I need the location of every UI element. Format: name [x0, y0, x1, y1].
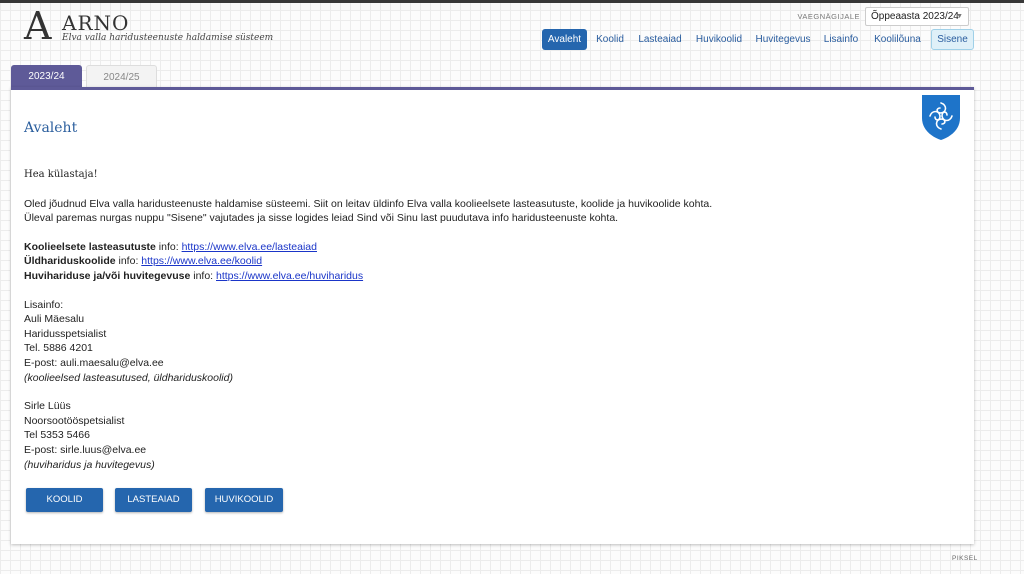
lisainfo-label: Lisainfo: [24, 298, 64, 311]
contact1-email: E-post: auli.maesalu@elva.ee [24, 356, 164, 369]
info-label: Koolieelsete lasteasutuste [24, 240, 156, 253]
info-line-hobby: Huvihariduse ja/või huvitegevuse info: h… [24, 269, 924, 284]
contact2-phone: Tel 5353 5466 [24, 429, 90, 442]
info-sep: info: [155, 240, 182, 253]
school-year-value: Õppeaasta 2023/24 [871, 11, 959, 22]
contact1-note: (koolieelsed lasteasutused, üldharidusko… [24, 371, 233, 384]
logo-title[interactable]: ARNO [62, 11, 129, 35]
nav-koolid[interactable]: Koolid [591, 29, 629, 50]
info-label: Üldhariduskoolide [24, 255, 116, 268]
visually-impaired-link[interactable]: VAEGNÄGIJALE [780, 10, 860, 24]
nav-lasteaiad[interactable]: Lasteaiad [634, 29, 686, 50]
link-lasteaiad[interactable]: https://www.elva.ee/lasteaiad [182, 241, 317, 253]
greeting: Hea külastaja! [24, 169, 98, 180]
elva-crest-icon [922, 95, 960, 140]
tab-2024-25[interactable]: 2024/25 [86, 65, 157, 88]
info-sep: info: [115, 255, 142, 268]
signin-button[interactable]: Sisene [931, 29, 974, 50]
tab-2023-24[interactable]: 2023/24 [11, 65, 82, 88]
contact2-email: E-post: sirle.luus@elva.ee [24, 443, 147, 456]
contact1-name: Auli Mäesalu [24, 313, 85, 326]
nav-huvikoolid[interactable]: Huvikoolid [692, 29, 746, 50]
nav-huvitegevus[interactable]: Huvitegevus [753, 29, 813, 50]
nav-lisainfo[interactable]: Lisainfo [820, 29, 862, 50]
main-nav: Avaleht Koolid Lasteaiad Huvikoolid Huvi… [542, 29, 982, 51]
nav-koolilouna[interactable]: Koolilõuna [869, 29, 926, 50]
contact1-phone: Tel. 5886 4201 [24, 342, 93, 355]
school-year-select[interactable]: Õppeaasta 2023/24 ▼ [865, 7, 969, 26]
contact2-note: (huviharidus ja huvitegevus) [24, 458, 155, 471]
huvikoolid-button[interactable]: HUVIKOOLID [205, 488, 283, 512]
nav-avaleht[interactable]: Avaleht [542, 29, 587, 50]
intro-text-2: Üleval paremas nurgas nuppu "Sisene" vaj… [24, 212, 619, 225]
welcome-content: Hea külastaja! Oled jõudnud Elva valla h… [24, 168, 924, 472]
contact2-role: Noorsootööspetsialist [24, 414, 125, 427]
page-title: Avaleht [24, 120, 78, 136]
footer-brand[interactable]: PIKSEL [952, 555, 978, 562]
link-huviharidus[interactable]: https://www.elva.ee/huviharidus [216, 270, 363, 282]
chevron-down-icon: ▼ [956, 13, 963, 20]
info-sep: info: [190, 269, 216, 282]
info-line-schools: Üldhariduskoolide info: https://www.elva… [24, 254, 924, 269]
info-line-preschool: Koolieelsete lasteasutuste info: https:/… [24, 240, 924, 255]
logo-letter[interactable]: A [24, 6, 51, 46]
info-label: Huvihariduse ja/või huvitegevuse [24, 269, 191, 282]
header: A ARNO Elva valla haridusteenuste haldam… [0, 3, 1024, 55]
link-koolid[interactable]: https://www.elva.ee/koolid [141, 255, 262, 267]
contact1-role: Haridusspetsialist [24, 327, 107, 340]
lasteaiad-button[interactable]: LASTEAIAD [115, 488, 192, 512]
contact2-name: Sirle Lüüs [24, 400, 71, 413]
koolid-button[interactable]: KOOLID [26, 488, 103, 512]
logo-subtitle: Elva valla haridusteenuste haldamise süs… [62, 33, 274, 43]
main-panel: Avaleht Hea külastaja! Oled jõudnud Elva… [11, 87, 974, 544]
intro-text-1: Oled jõudnud Elva valla haridusteenuste … [24, 197, 713, 210]
